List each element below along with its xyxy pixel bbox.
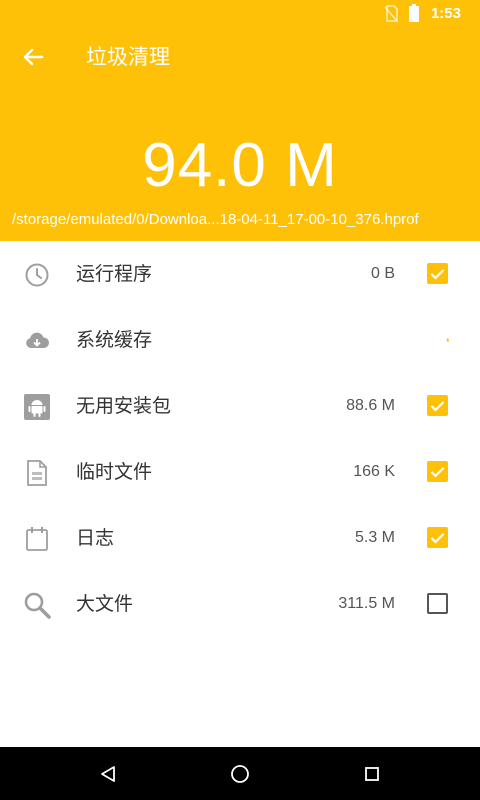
item-checkbox[interactable] [427, 263, 448, 284]
item-size: 0 B [370, 265, 395, 282]
total-junk-size: 94.0 M [142, 131, 338, 200]
item-size: 88.6 M [346, 397, 395, 414]
list-item-large-files[interactable]: 大文件 311.5 M [0, 571, 480, 637]
item-label: 临时文件 [76, 461, 153, 483]
item-label: 运行程序 [76, 263, 153, 285]
list-item-system-cache[interactable]: 系统缓存 [0, 307, 480, 373]
check-icon [430, 268, 445, 280]
item-checkbox[interactable] [427, 593, 448, 614]
home-circle-icon[interactable] [226, 760, 254, 788]
battery-icon [409, 4, 419, 22]
android-icon [22, 392, 52, 422]
search-icon [22, 590, 52, 620]
log-icon [22, 524, 52, 554]
temp-file-icon [22, 458, 52, 488]
item-checkbox[interactable] [427, 461, 448, 482]
list-item-logs[interactable]: 日志 5.3 M [0, 505, 480, 571]
item-size: 311.5 M [338, 595, 395, 612]
clock-icon [22, 260, 52, 290]
recents-square-icon[interactable] [358, 760, 386, 788]
check-icon [430, 466, 445, 478]
check-icon [430, 532, 445, 544]
item-checkbox[interactable] [427, 395, 448, 416]
item-size: 166 K [353, 463, 395, 480]
check-icon [430, 400, 445, 412]
scan-path: /storage/emulated/0/Downloa...18-04-11_1… [12, 211, 419, 228]
item-label: 无用安装包 [76, 395, 172, 417]
list-item-running-apps[interactable]: 运行程序 0 B [0, 241, 480, 307]
junk-category-list: 运行程序 0 B 系统缓存 无用安装包 88.6 M 临时文件 166 K 日志… [0, 241, 480, 637]
arrow-left-icon[interactable] [18, 42, 48, 72]
list-item-temp-files[interactable]: 临时文件 166 K [0, 439, 480, 505]
header: 1:53 垃圾清理 94.0 M /storage/emulated/0/Dow… [0, 0, 480, 241]
status-time: 1:53 [430, 5, 461, 22]
back-triangle-icon[interactable] [94, 760, 122, 788]
list-item-unused-apks[interactable]: 无用安装包 88.6 M [0, 373, 480, 439]
loading-spinner-icon [439, 333, 449, 343]
status-bar: 1:53 [0, 0, 480, 28]
item-size: 5.3 M [354, 529, 395, 546]
navigation-bar [0, 747, 480, 800]
page-title: 垃圾清理 [86, 45, 170, 69]
cloud-download-icon [22, 326, 52, 356]
no-sim-icon [384, 5, 398, 22]
item-checkbox[interactable] [427, 527, 448, 548]
item-label: 系统缓存 [76, 329, 153, 351]
item-label: 大文件 [76, 593, 134, 615]
item-label: 日志 [76, 527, 115, 549]
